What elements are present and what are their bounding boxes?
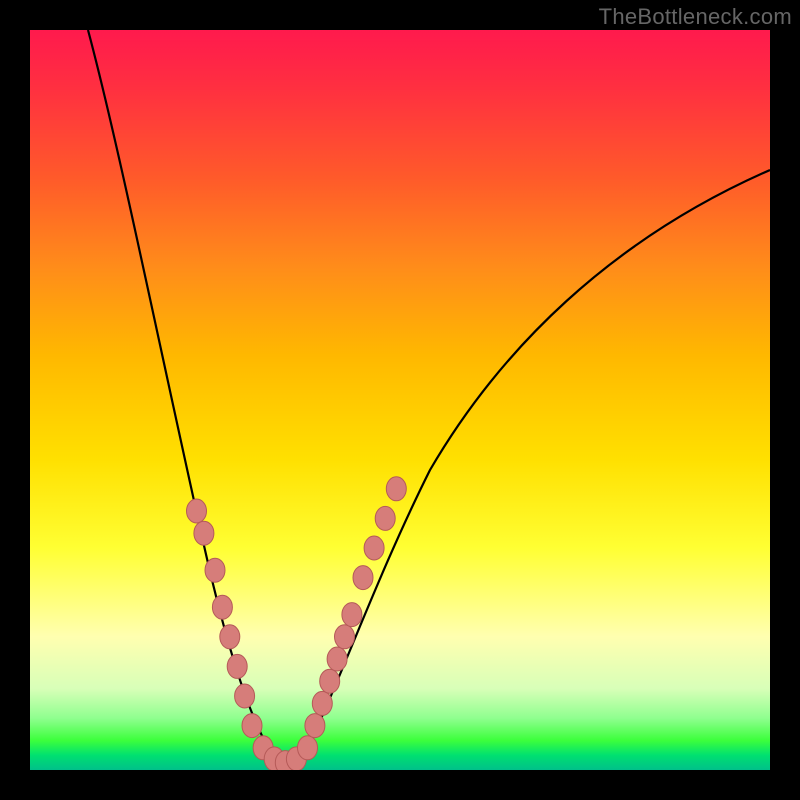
marker-dot	[335, 625, 355, 649]
chart-stage: TheBottleneck.com	[0, 0, 800, 800]
watermark-text: TheBottleneck.com	[599, 4, 792, 30]
curve-right	[298, 170, 770, 765]
marker-dot	[227, 654, 247, 678]
marker-dot	[212, 595, 232, 619]
curve-left	[88, 30, 280, 765]
marker-dot	[305, 714, 325, 738]
marker-dot	[312, 691, 332, 715]
marker-dot	[187, 499, 207, 523]
marker-dot	[194, 521, 214, 545]
marker-dot	[298, 736, 318, 760]
chart-svg	[30, 30, 770, 770]
marker-dot	[320, 669, 340, 693]
marker-dot	[342, 603, 362, 627]
marker-dot	[327, 647, 347, 671]
plot-area	[30, 30, 770, 770]
marker-dot	[353, 566, 373, 590]
marker-dot	[364, 536, 384, 560]
marker-dot	[220, 625, 240, 649]
marker-dot	[242, 714, 262, 738]
marker-dot	[235, 684, 255, 708]
marker-dot	[375, 506, 395, 530]
marker-dot	[205, 558, 225, 582]
marker-layer	[187, 477, 407, 770]
marker-dot	[386, 477, 406, 501]
